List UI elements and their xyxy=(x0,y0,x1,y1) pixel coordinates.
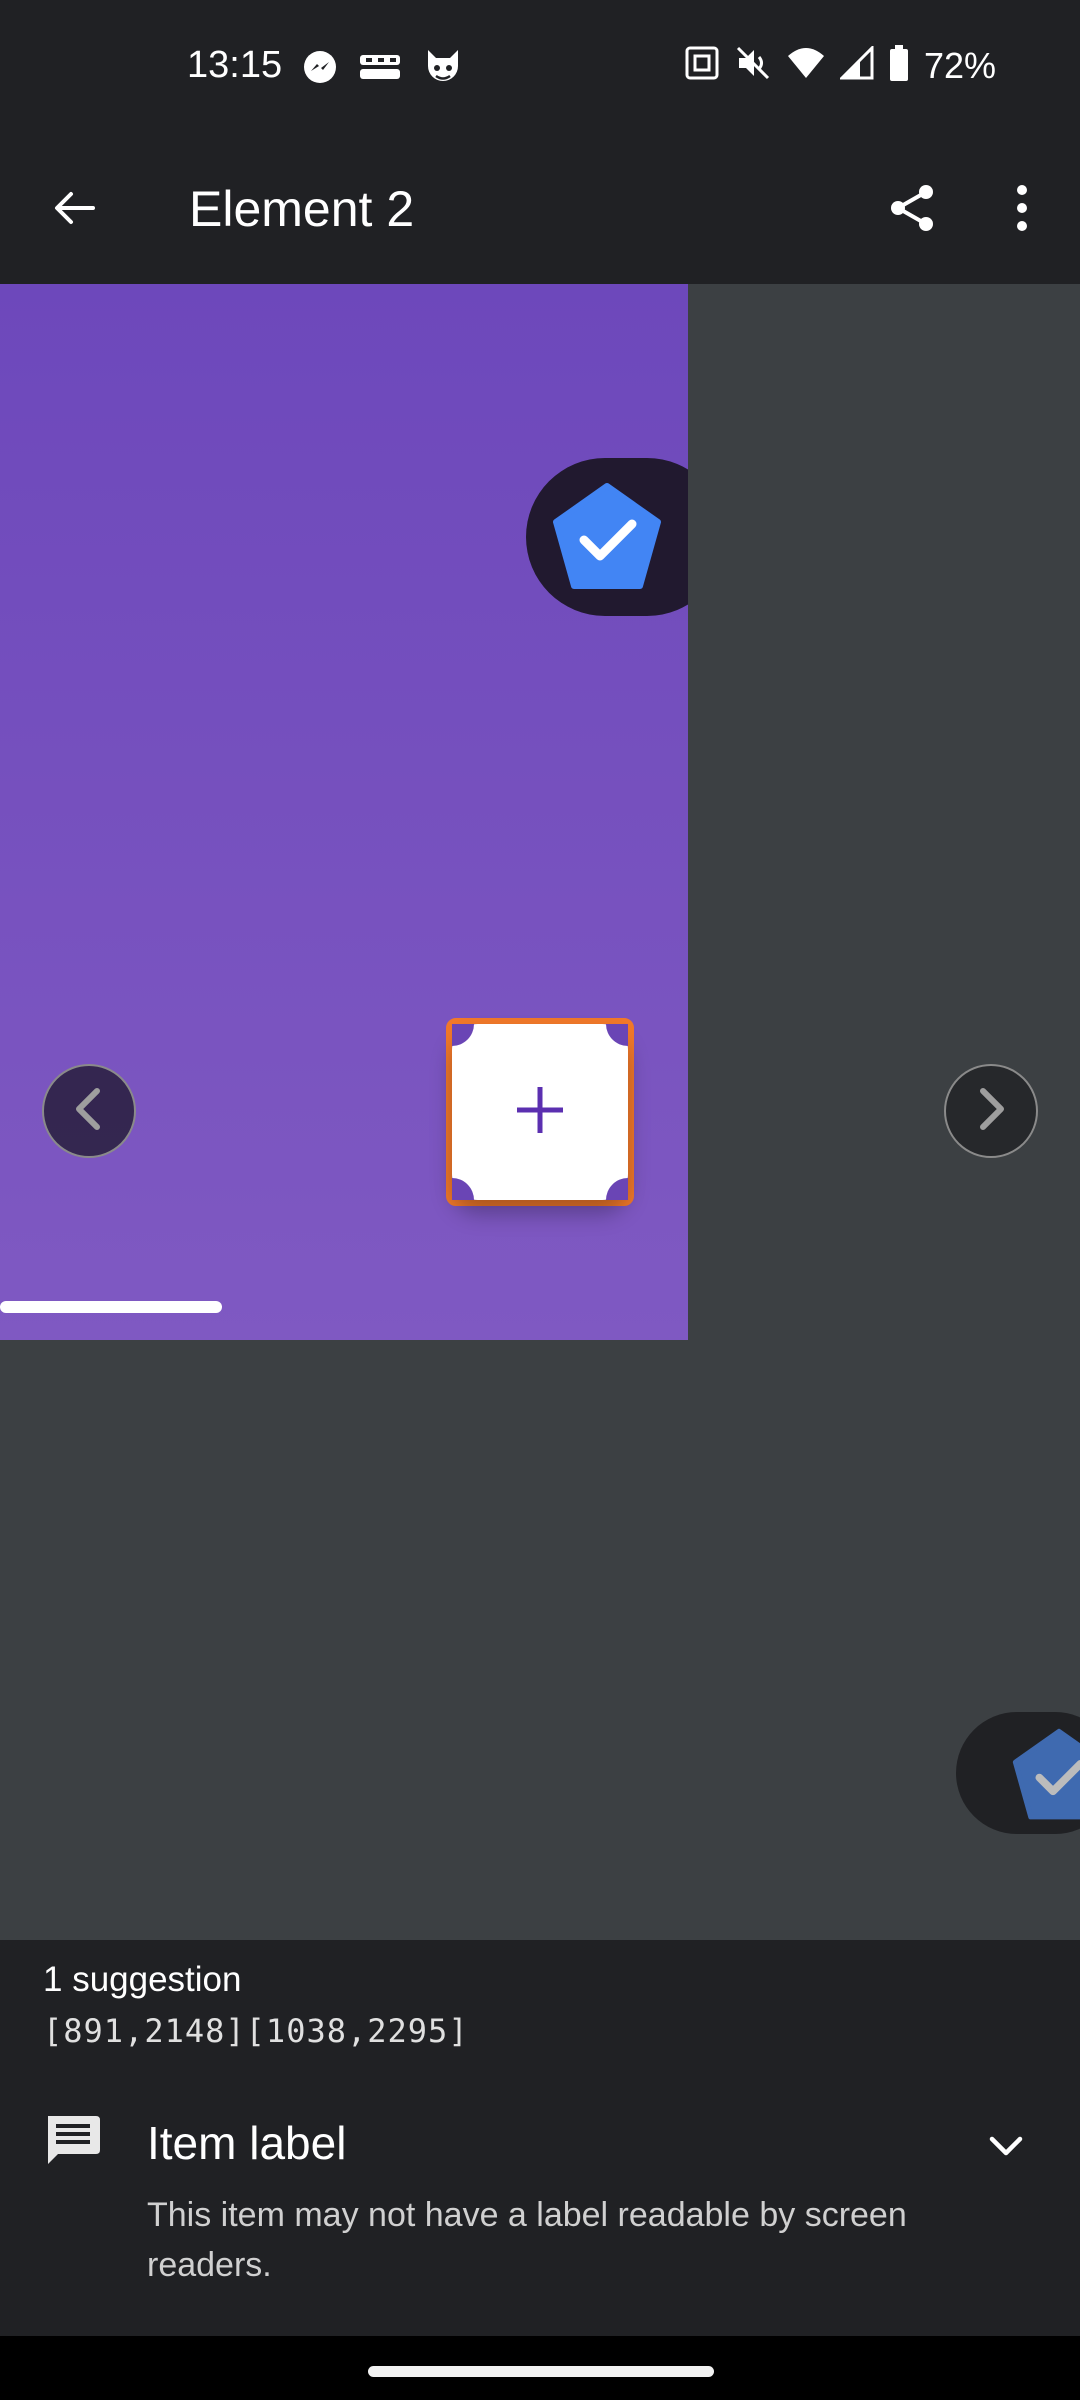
wifi-icon xyxy=(786,46,826,85)
suggestion-title[interactable]: Item label xyxy=(147,2116,346,2170)
battery-icon xyxy=(888,44,910,87)
suggestion-description: This item may not have a label readable … xyxy=(147,2196,907,2284)
comment-icon xyxy=(44,2110,104,2175)
navigation-bar xyxy=(0,2336,1080,2400)
chevron-left-icon xyxy=(71,1087,107,1136)
temu-icon xyxy=(358,49,402,90)
expand-button[interactable] xyxy=(976,2118,1036,2178)
arrow-back-icon xyxy=(51,185,97,236)
devil-face-icon xyxy=(422,46,464,93)
battery-percent: 72% xyxy=(923,44,996,86)
accessibility-scanner-icon[interactable] xyxy=(1012,1728,1080,1827)
chevron-right-icon xyxy=(973,1087,1009,1136)
notification-icons xyxy=(302,46,464,93)
more-options-button[interactable] xyxy=(984,172,1060,248)
signal-icon xyxy=(838,44,874,85)
mute-icon xyxy=(734,44,772,87)
page-title: Element 2 xyxy=(189,181,415,237)
fab-corner xyxy=(452,1178,474,1200)
status-bar: 13:15 72% xyxy=(0,0,1080,134)
element-bounds: [891,2148][1038,2295] xyxy=(43,2012,469,2050)
fab-corner xyxy=(606,1178,628,1200)
fab-corner xyxy=(606,1024,628,1046)
fab-corner xyxy=(452,1024,474,1046)
share-icon xyxy=(886,182,938,239)
more-vert-icon xyxy=(1015,183,1029,238)
system-status-icons: 72% xyxy=(684,44,996,87)
next-button[interactable] xyxy=(944,1064,1038,1158)
status-time: 13:15 xyxy=(187,44,283,86)
add-icon xyxy=(513,1083,567,1142)
verified-badge-icon xyxy=(552,482,662,597)
nfc-icon xyxy=(684,45,720,86)
suggestions-sheet: 1 suggestion [891,2148][1038,2295] Item … xyxy=(0,1940,1080,2336)
previous-button[interactable] xyxy=(42,1064,136,1158)
add-fab[interactable] xyxy=(452,1024,628,1200)
progress-indicator xyxy=(0,1301,222,1313)
messenger-icon xyxy=(302,49,338,90)
app-bar: Element 2 xyxy=(0,134,1080,284)
back-button[interactable] xyxy=(38,174,110,246)
home-gesture-handle[interactable] xyxy=(368,2366,714,2377)
share-button[interactable] xyxy=(874,172,950,248)
suggestion-count: 1 suggestion xyxy=(43,1960,242,1999)
screenshot-canvas[interactable] xyxy=(0,284,1080,1940)
chevron-down-icon xyxy=(988,2134,1024,2163)
screenshot-preview xyxy=(0,284,688,1340)
